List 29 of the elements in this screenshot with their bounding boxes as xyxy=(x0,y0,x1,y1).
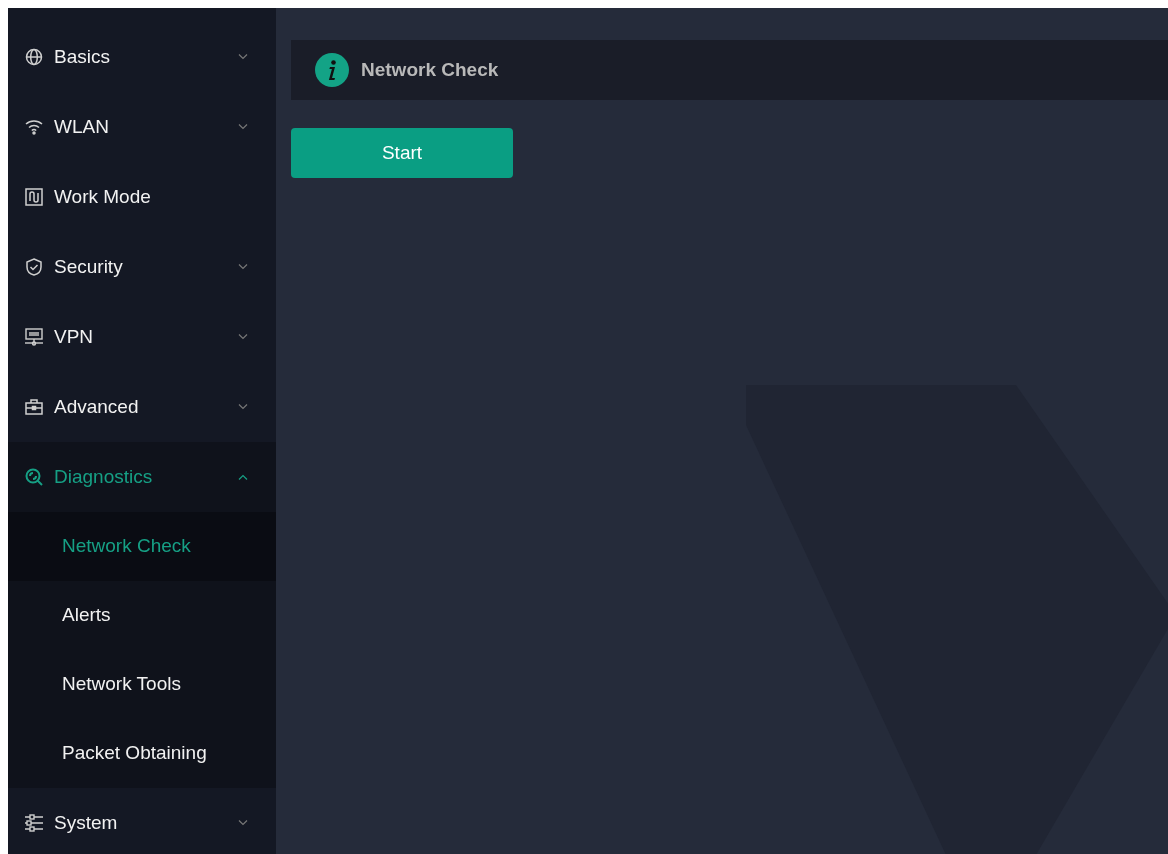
sidebar-menu-item[interactable]: VPN xyxy=(8,302,276,372)
chevron-down-icon xyxy=(238,404,248,410)
sidebar-menu-item[interactable]: Security xyxy=(8,232,276,302)
info-icon xyxy=(315,53,349,87)
page-title: Network Check xyxy=(361,57,499,82)
chevron-up-icon xyxy=(238,474,248,480)
chevron-down-icon xyxy=(238,124,248,130)
sidebar-submenu-item[interactable]: Packet Obtaining xyxy=(8,719,276,788)
chevron-down-icon xyxy=(238,54,248,60)
sidebar-menu-item[interactable]: Work Mode xyxy=(8,162,276,232)
sidebar-menu-item[interactable]: Diagnostics xyxy=(8,442,276,512)
chevron-down-icon xyxy=(238,264,248,270)
vpn-monitor-icon xyxy=(24,328,44,346)
sidebar-menu-item[interactable]: Basics xyxy=(8,22,276,92)
work-mode-icon xyxy=(25,188,43,206)
shield-check-icon xyxy=(25,258,43,276)
sidebar-menu-item[interactable]: System xyxy=(8,788,276,854)
sidebar-menu-item[interactable]: WLAN xyxy=(8,92,276,162)
sidebar-submenu-item[interactable]: Network Check xyxy=(8,512,276,581)
toolbox-icon xyxy=(25,398,43,416)
globe-icon xyxy=(25,48,43,66)
sliders-icon xyxy=(24,814,44,832)
chevron-down-icon xyxy=(238,820,248,826)
wifi-icon xyxy=(25,119,43,135)
diagnostics-icon xyxy=(25,468,43,486)
sidebar-submenu-item[interactable]: Alerts xyxy=(8,581,276,650)
chevron-down-icon xyxy=(238,334,248,340)
sidebar-submenu-item[interactable]: Network Tools xyxy=(8,650,276,719)
sidebar-menu-item[interactable]: Advanced xyxy=(8,372,276,442)
